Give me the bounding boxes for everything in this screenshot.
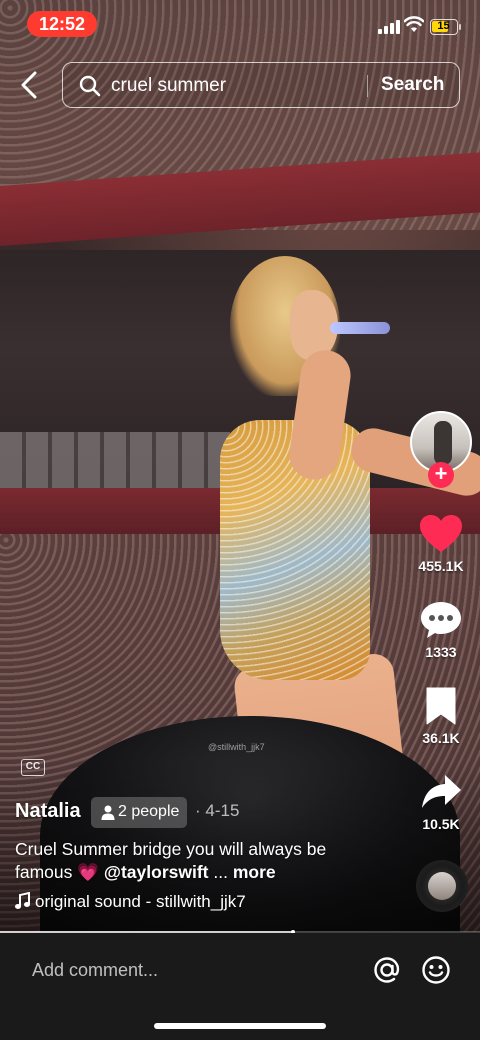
author-name[interactable]: Natalia [15, 800, 81, 823]
status-time: 12:52 [27, 11, 97, 37]
more-link[interactable]: more [233, 862, 276, 882]
video-caption: Cruel Summer bridge you will always be f… [15, 838, 355, 884]
like-count: 455.1K [418, 558, 464, 574]
follow-plus-button[interactable]: + [428, 462, 454, 488]
caption-ellipsis: ... [208, 862, 233, 882]
tagged-people-label: 2 people [118, 803, 180, 820]
save-count: 36.1K [422, 730, 460, 746]
stadium-windows [0, 432, 230, 492]
share-button[interactable]: 10.5K [406, 772, 476, 832]
comment-bar: Add comment... [0, 933, 480, 1040]
at-sign-icon[interactable] [372, 955, 402, 985]
wifi-icon [404, 16, 424, 32]
search-input[interactable]: cruel summer [111, 75, 226, 97]
search-button[interactable]: Search [381, 74, 444, 96]
back-chevron-icon[interactable] [14, 68, 46, 102]
cellular-signal-icon [378, 20, 400, 34]
battery-icon: 15 [430, 19, 458, 35]
search-icon [79, 75, 101, 97]
closed-captions-button[interactable]: CC [21, 759, 45, 776]
person-icon [101, 805, 115, 820]
battery-percentage: 15 [437, 20, 450, 32]
bookmark-icon [426, 687, 456, 725]
comment-button[interactable]: 1333 [406, 600, 476, 660]
bookmark-button[interactable]: 36.1K [406, 686, 476, 746]
post-date: · 4-15 [195, 801, 240, 820]
heart-icon [420, 515, 462, 552]
mention-link[interactable]: @taylorswift [104, 862, 209, 882]
smiley-icon[interactable] [421, 955, 451, 985]
add-comment-input[interactable]: Add comment... [32, 960, 158, 981]
like-button[interactable]: 455.1K [406, 514, 476, 574]
tagged-people-chip[interactable]: 2 people [91, 797, 187, 828]
sound-title: original sound - stillwith_jjk7 [35, 892, 246, 911]
sound-link[interactable]: original sound - stillwith_jjk7 [15, 892, 246, 912]
sound-disc-icon[interactable] [416, 860, 468, 912]
comment-bubble-icon [421, 602, 461, 638]
video-watermark: @stillwith_jjk7 [208, 742, 265, 752]
share-arrow-icon [422, 775, 461, 808]
home-indicator[interactable] [154, 1023, 326, 1029]
music-note-icon [15, 892, 30, 909]
search-bar[interactable]: cruel summer Search [62, 62, 460, 108]
microphone [330, 322, 390, 334]
share-count: 10.5K [422, 816, 460, 832]
comment-count: 1333 [425, 644, 457, 660]
status-bar: 12:52 15 [0, 0, 480, 50]
